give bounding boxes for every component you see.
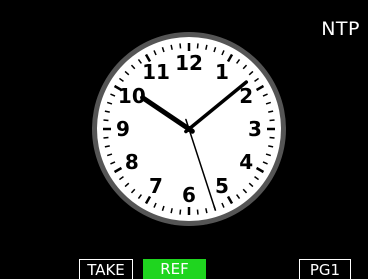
clock-display-screen: NTP 12 1 2 3 4 5 6 7 8 9 10 11 TAKE REF PG1 (0, 0, 368, 279)
minor-tick (196, 209, 199, 215)
page-button[interactable]: PG1 (299, 259, 351, 279)
minor-tick (170, 44, 173, 50)
minor-tick (196, 43, 199, 49)
clock-numeral: 7 (149, 174, 163, 198)
minor-tick (205, 44, 208, 50)
minor-tick (170, 208, 173, 214)
clock-numeral: 12 (175, 51, 203, 75)
minor-tick (103, 119, 109, 122)
clock-numeral: 4 (239, 150, 253, 174)
minor-tick (269, 119, 275, 122)
clock-numeral: 6 (182, 183, 196, 207)
minor-tick (269, 136, 275, 139)
minor-tick (179, 43, 182, 49)
minor-tick (268, 145, 274, 148)
ref-button[interactable]: REF (143, 259, 206, 279)
center-cap (186, 126, 192, 132)
take-button[interactable]: TAKE (79, 259, 133, 279)
analog-clock: 12 1234567891011 (92, 32, 286, 226)
clock-numeral: 9 (116, 117, 130, 141)
minor-tick (179, 209, 182, 215)
clock-numeral: 8 (125, 150, 139, 174)
clock-numeral: 11 (142, 60, 170, 84)
clock-numeral: 5 (215, 174, 229, 198)
minor-tick (205, 208, 208, 214)
clock-numeral: 1 (215, 60, 229, 84)
minor-tick (104, 145, 110, 148)
minor-tick (268, 110, 274, 113)
clock-numeral: 3 (248, 117, 262, 141)
minor-tick (104, 110, 110, 113)
minor-tick (103, 136, 109, 139)
